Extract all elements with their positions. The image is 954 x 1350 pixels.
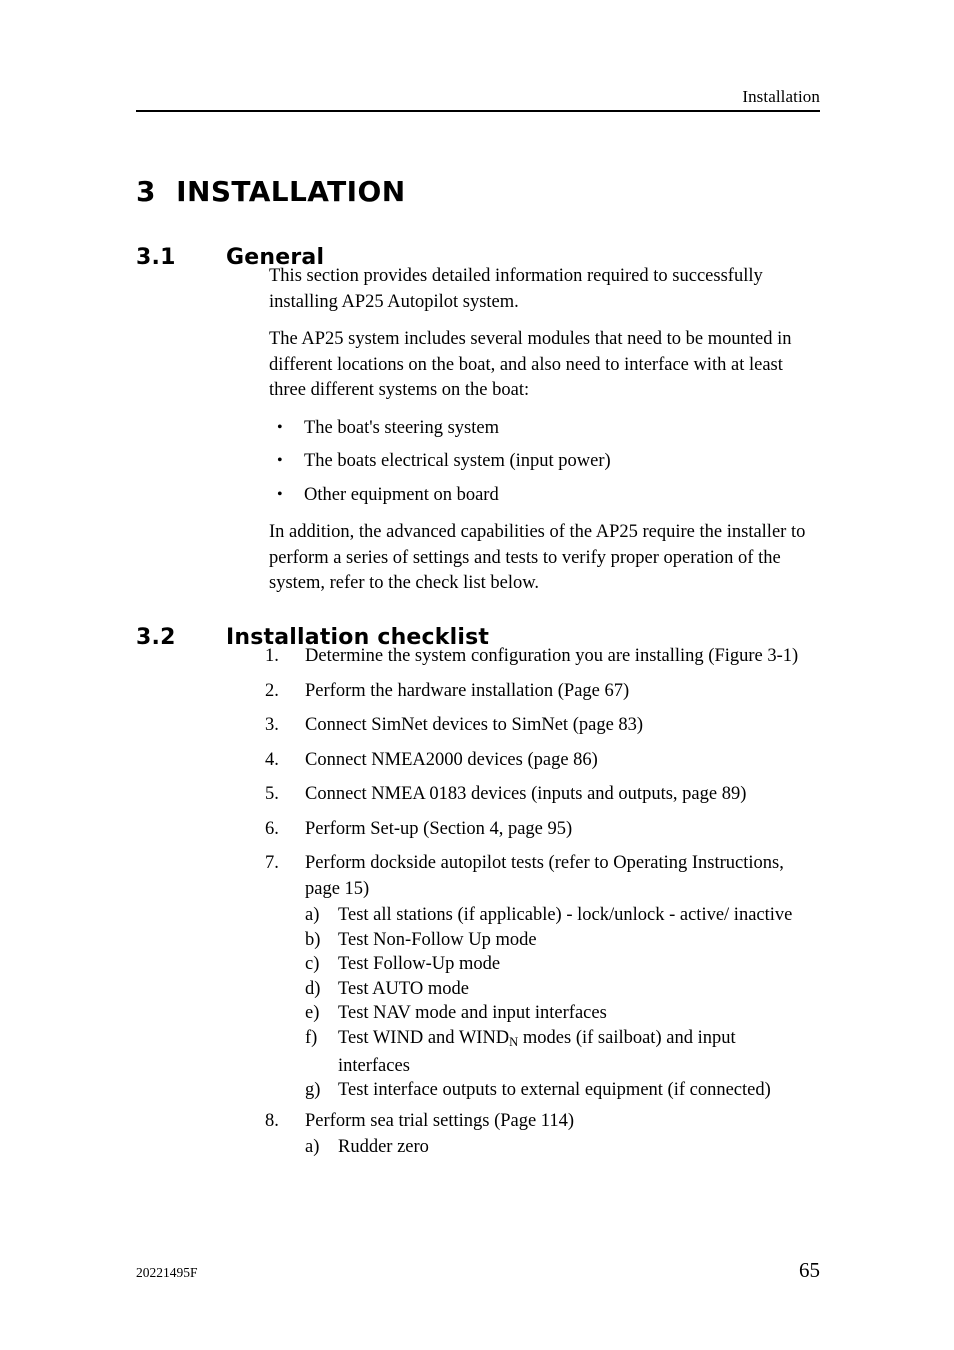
list-item: • Other equipment on board bbox=[269, 483, 814, 509]
checklist-item-8-label: Perform sea trial settings (Page 114) bbox=[305, 1110, 575, 1131]
bullet-icon: • bbox=[277, 452, 283, 469]
checklist-item-4-marker: 4. bbox=[265, 749, 279, 770]
checklist-item-6-label: Perform Set-up (Section 4, page 95) bbox=[305, 818, 573, 839]
checklist-item-7: 7. Perform dockside autopilot tests (ref… bbox=[261, 851, 821, 902]
checklist-item-3-label: Connect SimNet devices to SimNet (page 8… bbox=[305, 715, 644, 735]
checklist-item-4-label: Connect NMEA2000 devices (page 86) bbox=[305, 749, 598, 770]
dockside-subitem-a: a) Test all stations (if applicable) - l… bbox=[305, 903, 805, 928]
section-number-3-2: 3.2 bbox=[136, 625, 176, 651]
bullet-icon: • bbox=[277, 418, 283, 436]
checklist-item-1: 1. Determine the system configuration yo… bbox=[261, 644, 821, 670]
dockside-subitem-a-marker: a) bbox=[305, 905, 320, 925]
dockside-subitem-c-marker: c) bbox=[305, 954, 320, 974]
page-header: Installation bbox=[136, 86, 820, 112]
sea-trial-subitem-a-marker: a) bbox=[305, 1137, 320, 1158]
checklist-item-2-label: Perform the hardware installation (Page … bbox=[305, 680, 630, 701]
installation-checklist: 1. Determine the system configuration yo… bbox=[261, 644, 821, 1166]
checklist-item-2-marker: 2. bbox=[265, 680, 279, 701]
dockside-subitem-b-label: Test Non-Follow Up mode bbox=[338, 929, 537, 950]
dockside-subitem-d-label: Test AUTO mode bbox=[338, 978, 469, 999]
dockside-subitem-c: c) Test Follow-Up mode bbox=[305, 952, 805, 977]
dockside-subitem-f-marker: f) bbox=[305, 1027, 318, 1048]
dockside-subitem-b-marker: b) bbox=[305, 929, 321, 950]
checklist-item-1-label: Determine the system configuration you a… bbox=[305, 646, 799, 666]
paragraph-modules: The AP25 system includes several modules… bbox=[269, 329, 792, 400]
checklist-item-8-marker: 8. bbox=[265, 1110, 279, 1131]
checklist-item-1-marker: 1. bbox=[265, 646, 279, 666]
page-footer: 20221495F 65 bbox=[136, 1258, 820, 1282]
section-3-1-body: This section provides detailed informati… bbox=[269, 264, 814, 609]
sea-trial-subitem-a: a) Rudder zero bbox=[305, 1135, 805, 1160]
list-item-label: The boats electrical system (input power… bbox=[304, 451, 611, 471]
dockside-subitem-e-label: Test NAV mode and input interfaces bbox=[338, 1003, 607, 1023]
paragraph-closing: In addition, the advanced capabilities o… bbox=[269, 522, 806, 593]
checklist-item-5-marker: 5. bbox=[265, 784, 279, 804]
dockside-subitem-f: f) Test WIND and WINDN modes (if sailboa… bbox=[305, 1026, 805, 1079]
list-item-label: The boat's steering system bbox=[304, 417, 499, 438]
chapter-heading: 3 INSTALLATION bbox=[136, 174, 406, 208]
sea-trial-sublist: a) Rudder zero bbox=[305, 1135, 805, 1160]
checklist-item-5: 5. Connect NMEA 0183 devices (inputs and… bbox=[261, 782, 821, 808]
list-item: • The boats electrical system (input powe… bbox=[269, 449, 814, 475]
checklist-item-7-marker: 7. bbox=[265, 853, 279, 873]
checklist-item-3: 3. Connect SimNet devices to SimNet (pag… bbox=[261, 713, 821, 739]
dockside-subitem-g-marker: g) bbox=[305, 1080, 321, 1101]
sea-trial-subitem-a-label: Rudder zero bbox=[338, 1137, 429, 1158]
dockside-subitem-f-subscript: N bbox=[509, 1034, 519, 1049]
checklist-item-4: 4. Connect NMEA2000 devices (page 86) bbox=[261, 748, 821, 774]
dockside-subitem-g: g) Test interface outputs to external eq… bbox=[305, 1078, 805, 1103]
footer-document-id: 20221495F bbox=[136, 1265, 198, 1280]
checklist-item-3-marker: 3. bbox=[265, 715, 279, 735]
checklist-item-8: 8. Perform sea trial settings (Page 114) bbox=[261, 1109, 821, 1135]
requirements-bullet-list: • The boat's steering system • The boats e… bbox=[269, 416, 814, 509]
dockside-subitem-e-marker: e) bbox=[305, 1003, 320, 1023]
list-item: • The boat's steering system bbox=[269, 416, 814, 442]
dockside-subitem-d: d) Test AUTO mode bbox=[305, 977, 805, 1002]
header-divider-rule bbox=[136, 110, 820, 112]
dockside-subitem-b: b) Test Non-Follow Up mode bbox=[305, 928, 805, 953]
dockside-subitem-f-text-before: Test WIND and WIND bbox=[338, 1027, 510, 1048]
dockside-subitem-a-label: Test all stations (if applicable) - lock… bbox=[338, 905, 793, 925]
dockside-subitem-e: e) Test NAV mode and input interfaces bbox=[305, 1001, 805, 1026]
bullet-icon: • bbox=[277, 485, 283, 503]
section-number-3-1: 3.1 bbox=[136, 245, 176, 271]
running-header-title: Installation bbox=[742, 87, 820, 106]
checklist-item-7-label: Perform dockside autopilot tests (refer … bbox=[305, 853, 784, 899]
checklist-item-6-marker: 6. bbox=[265, 818, 279, 839]
dockside-test-sublist: a) Test all stations (if applicable) - l… bbox=[305, 903, 805, 1103]
footer-page-number: 65 bbox=[799, 1258, 820, 1282]
dockside-subitem-g-label: Test interface outputs to external equip… bbox=[338, 1080, 771, 1101]
checklist-item-6: 6. Perform Set-up (Section 4, page 95) bbox=[261, 817, 821, 843]
dockside-subitem-d-marker: d) bbox=[305, 978, 321, 999]
paragraph-intro: This section provides detailed informati… bbox=[269, 266, 763, 312]
document-page: Installation 3 INSTALLATION 3.1 General T… bbox=[0, 0, 954, 1350]
dockside-subitem-c-label: Test Follow-Up mode bbox=[338, 954, 501, 974]
checklist-item-5-label: Connect NMEA 0183 devices (inputs and ou… bbox=[305, 784, 747, 804]
list-item-label: Other equipment on board bbox=[304, 484, 499, 505]
checklist-item-2: 2. Perform the hardware installation (Pa… bbox=[261, 679, 821, 705]
